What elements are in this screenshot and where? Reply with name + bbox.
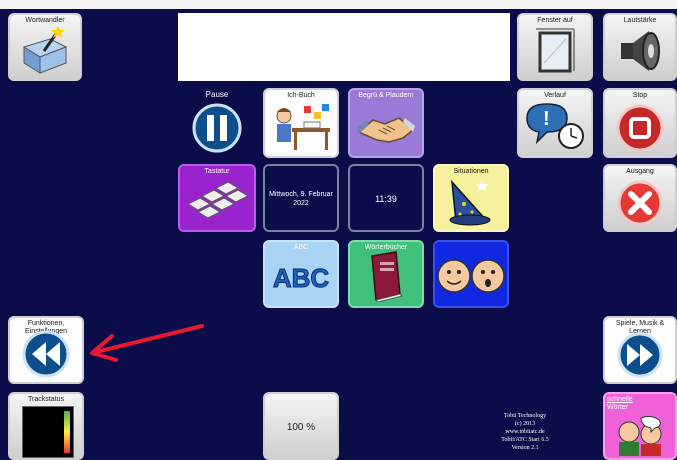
spiele-forward-button[interactable]: Spiele, Musik & Lernen (603, 316, 677, 384)
tastatur-label: Tastatur (204, 168, 230, 175)
situationen-button[interactable]: Situationen (433, 164, 509, 232)
zoom-button[interactable]: 100 % (263, 392, 339, 460)
date-text: Mittwoch, 9. Februar 2022 (269, 191, 333, 207)
schnelle-label: schnelle (607, 396, 633, 403)
fast-forward-icon (605, 332, 675, 378)
faces-icon (435, 254, 507, 298)
ich-buch-button[interactable]: Ich-Buch (263, 88, 339, 158)
lautstaerke-button[interactable]: Lautstärke (603, 13, 677, 81)
begruessen-label: Begrü & Plaudern (358, 92, 414, 99)
credits-line: (c) 2013 (514, 421, 536, 427)
tastatur-button[interactable]: Tastatur (178, 164, 256, 232)
book-icon (350, 250, 422, 302)
credits-line: Tobii/ATC Start 6.5 (501, 437, 549, 443)
handshake-icon (350, 106, 422, 152)
schnelle-woerter-button[interactable]: schnelle Wörter (603, 392, 677, 460)
verlauf-button[interactable]: Verlauf ! (517, 88, 593, 158)
people-button[interactable] (433, 240, 509, 308)
trackstatus-button[interactable]: Trackstatus (8, 392, 84, 460)
lautstaerke-label: Lautstärke (623, 17, 657, 24)
ausgang-button[interactable]: Ausgang (603, 164, 677, 232)
window-resize-icon (519, 23, 591, 75)
track-status-display (22, 406, 74, 458)
credits-line: www.tobiiatc.de (505, 429, 545, 435)
trackstatus-label: Trackstatus (28, 396, 64, 403)
time-text: 11:39 (375, 194, 397, 204)
red-arrow-annotation (90, 324, 204, 362)
pause-label: Pause (205, 90, 229, 99)
stop-icon (605, 104, 675, 152)
magic-wand-icon (10, 25, 80, 75)
close-icon (605, 180, 675, 226)
woerterbuecher-button[interactable]: Wörterbücher (348, 240, 424, 308)
stop-label: Stop (632, 92, 648, 99)
keyboard-icon (180, 178, 254, 226)
begruessen-button[interactable]: Begrü & Plaudern (348, 88, 424, 158)
date-display[interactable]: Mittwoch, 9. Februar 2022 (263, 164, 339, 232)
pause-button[interactable]: Pause (180, 88, 254, 158)
talking-people-icon (605, 416, 675, 456)
schnelle-woerter-label: schnelle Wörter (607, 396, 633, 412)
credits-line: Version 2.1 (511, 445, 539, 451)
message-window[interactable] (178, 13, 510, 81)
ausgang-label: Ausgang (626, 168, 654, 175)
wortwandler-button[interactable]: Wortwandler (8, 13, 82, 81)
pause-icon (180, 103, 254, 153)
history-clock-icon: ! (519, 100, 591, 152)
abc-label: ABC (293, 244, 309, 251)
credits-line: Tobii Technology (503, 413, 547, 419)
abc-icon: ABC (272, 263, 330, 294)
rewind-icon (10, 330, 82, 378)
time-display[interactable]: 11:39 (348, 164, 424, 232)
funktionen-back-button[interactable]: Funktionen, Einstellungen (8, 316, 84, 384)
stop-button[interactable]: Stop (603, 88, 677, 158)
abc-button[interactable]: ABC ABC (263, 240, 339, 308)
top-edge-bar (0, 0, 677, 9)
svg-text:!: ! (543, 108, 550, 130)
credits-text: Tobii Technology (c) 2013 www.tobiiatc.d… (470, 412, 580, 452)
verlauf-label: Verlauf (544, 92, 566, 99)
woerter-label: Wörter (607, 404, 628, 411)
fenster-auf-button[interactable]: Fenster auf (517, 13, 593, 81)
wizard-hat-icon (435, 174, 507, 226)
learning-desk-icon (265, 98, 337, 152)
track-status-bar (64, 411, 70, 453)
speaker-icon (605, 27, 675, 75)
wortwandler-label: Wortwandler (25, 17, 65, 24)
zoom-value: 100 % (286, 422, 316, 433)
